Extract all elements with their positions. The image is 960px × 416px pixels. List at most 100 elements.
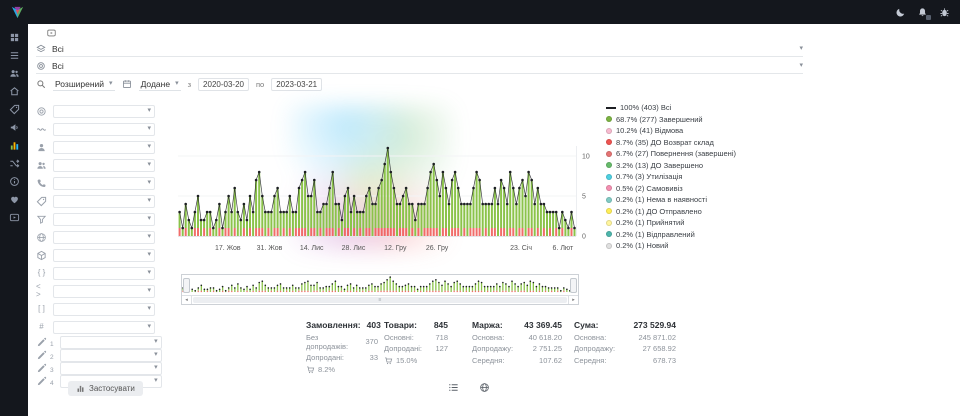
globe-view-icon[interactable] bbox=[479, 382, 490, 393]
svg-text:10: 10 bbox=[582, 154, 590, 161]
sidebar-item-integrations[interactable] bbox=[9, 158, 20, 169]
sidebar-item-customers[interactable] bbox=[9, 68, 20, 79]
svg-text:14. Лис: 14. Лис bbox=[300, 245, 324, 252]
stat-sub-label: Допродані: bbox=[306, 353, 344, 362]
scroll-right-icon[interactable] bbox=[568, 296, 578, 304]
stat-sub-value: 245 871.02 bbox=[638, 333, 676, 342]
legend-dot-swatch bbox=[606, 220, 612, 226]
navigator-right-handle[interactable] bbox=[570, 278, 577, 293]
stat-sub-row: Допродані:33 bbox=[306, 353, 378, 362]
legend-item[interactable]: 0.2% (1) Відправлений bbox=[606, 231, 798, 239]
scroll-track[interactable] bbox=[192, 296, 568, 304]
date-from-input[interactable]: 2020-03-20 bbox=[198, 78, 249, 91]
legend-item[interactable]: 68.7% (277) Завершений bbox=[606, 116, 798, 124]
orders-daily-chart[interactable]: 051017. Жов31. Жов14. Лис28. Лис12. Гру2… bbox=[178, 100, 600, 261]
legend-label: 68.7% (277) Завершений bbox=[616, 116, 703, 124]
legend-item[interactable]: 0.5% (2) Самовивіз bbox=[606, 185, 798, 193]
bell-icon[interactable] bbox=[917, 7, 928, 18]
list-view-icon[interactable] bbox=[448, 382, 459, 393]
legend-item[interactable]: 0.2% (1) Новий bbox=[606, 242, 798, 250]
sidebar-item-products[interactable] bbox=[9, 104, 20, 115]
filter-select[interactable] bbox=[60, 349, 162, 362]
brackets-icon: [ ] bbox=[36, 304, 47, 315]
chevron-down-icon bbox=[175, 80, 179, 87]
stat-sub-row: 15.0% bbox=[384, 356, 448, 365]
legend-item[interactable]: 100% (403) Всі bbox=[606, 104, 798, 112]
filter-row bbox=[28, 210, 166, 228]
moon-icon[interactable] bbox=[895, 7, 906, 18]
search-mode-select[interactable]: Розширений bbox=[53, 78, 115, 91]
filter-select[interactable] bbox=[53, 285, 155, 298]
filter-select[interactable] bbox=[60, 362, 162, 375]
chevron-down-icon bbox=[147, 179, 151, 186]
stat-sub-label: Допродажу: bbox=[574, 344, 615, 353]
legend-label: 6.7% (27) Повернення (завершені) bbox=[616, 150, 736, 158]
scroll-thumb[interactable] bbox=[193, 297, 567, 303]
apply-button[interactable]: Застосувати bbox=[68, 381, 143, 396]
filter-select[interactable] bbox=[53, 231, 155, 244]
legend-item[interactable]: 10.2% (41) Відмова bbox=[606, 127, 798, 135]
filter-row bbox=[28, 102, 166, 120]
stat-title-row: Товари:845 bbox=[384, 320, 448, 330]
stat-title-row: Замовлення:403 bbox=[306, 320, 378, 330]
stat-sub-value: 40 618.20 bbox=[529, 333, 562, 342]
source-filter-select[interactable]: Всі bbox=[36, 41, 803, 57]
sidebar-item-marketing[interactable] bbox=[9, 122, 20, 133]
status-filter-select[interactable]: Всі bbox=[36, 58, 803, 74]
filter-select[interactable] bbox=[53, 105, 155, 118]
stat-sub-row: Допродажу:27 658.92 bbox=[574, 344, 676, 353]
stat-sub-label: Допродажу: bbox=[472, 344, 513, 353]
filter-select[interactable] bbox=[53, 141, 155, 154]
legend-item[interactable]: 0.2% (1) ДО Отправлено bbox=[606, 208, 798, 216]
sidebar-item-help[interactable] bbox=[9, 176, 20, 187]
sidebar-item-orders[interactable] bbox=[9, 50, 20, 61]
legend-label: 0.2% (1) Новий bbox=[616, 242, 668, 250]
tag-icon bbox=[36, 196, 47, 207]
filter-panel: { }< >[ ]#1234 bbox=[28, 102, 166, 388]
date-field-select[interactable]: Додане bbox=[139, 78, 181, 91]
date-to-input[interactable]: 2023-03-21 bbox=[271, 78, 322, 91]
search-icon[interactable] bbox=[36, 79, 46, 89]
filter-row bbox=[28, 120, 166, 138]
filter-select[interactable] bbox=[53, 177, 155, 190]
legend-item[interactable]: 0.7% (3) Утилізація bbox=[606, 173, 798, 181]
sidebar-item-analytics[interactable] bbox=[9, 140, 20, 151]
sidebar-item-tutorials[interactable] bbox=[9, 212, 20, 223]
filter-select[interactable] bbox=[53, 249, 155, 262]
legend-item[interactable]: 3.2% (13) ДО Завершено bbox=[606, 162, 798, 170]
stat-title-row: Сума:273 529.94 bbox=[574, 320, 676, 330]
stat-sub-label: Середня: bbox=[574, 356, 606, 365]
filter-select[interactable] bbox=[53, 303, 155, 316]
stat-column: Маржа:43 369.45Основна:40 618.20Допродаж… bbox=[472, 320, 562, 365]
legend-item[interactable]: 0.2% (1) Прийнятий bbox=[606, 219, 798, 227]
video-tour-icon[interactable] bbox=[45, 28, 58, 38]
sidebar-item-partners[interactable] bbox=[9, 194, 20, 205]
filter-select[interactable] bbox=[53, 195, 155, 208]
bug-icon[interactable] bbox=[939, 7, 950, 18]
sidebar-item-dashboard[interactable] bbox=[9, 32, 20, 43]
legend-item[interactable]: 0.2% (1) Нема в наявності bbox=[606, 196, 798, 204]
chart-navigator bbox=[181, 274, 579, 305]
legend-label: 100% (403) Всі bbox=[620, 104, 671, 112]
app-logo-icon[interactable] bbox=[10, 5, 25, 20]
legend-item[interactable]: 6.7% (27) Повернення (завершені) bbox=[606, 150, 798, 158]
stat-sub-row: Основна: 245 871.02 bbox=[574, 333, 676, 342]
sidebar-item-store[interactable] bbox=[9, 86, 20, 97]
scroll-left-icon[interactable] bbox=[182, 296, 192, 304]
filter-select[interactable] bbox=[53, 321, 155, 334]
stat-sub-label: Основна: bbox=[574, 333, 606, 342]
filter-select[interactable] bbox=[53, 213, 155, 226]
svg-text:5: 5 bbox=[582, 194, 586, 201]
top-bar bbox=[0, 0, 960, 24]
filter-select[interactable] bbox=[53, 159, 155, 172]
filter-select[interactable] bbox=[53, 267, 155, 280]
filter-select[interactable] bbox=[53, 123, 155, 136]
hash-icon: # bbox=[36, 322, 47, 333]
filter-select[interactable] bbox=[60, 336, 162, 349]
chevron-down-icon bbox=[147, 197, 151, 204]
legend-label: 0.2% (1) Нема в наявності bbox=[616, 196, 707, 204]
legend-item[interactable]: 8.7% (35) ДО Возврат склад bbox=[606, 139, 798, 147]
navigator-left-handle[interactable] bbox=[183, 278, 190, 293]
date-from-label: з bbox=[188, 80, 191, 89]
svg-text:31. Жов: 31. Жов bbox=[257, 245, 283, 252]
